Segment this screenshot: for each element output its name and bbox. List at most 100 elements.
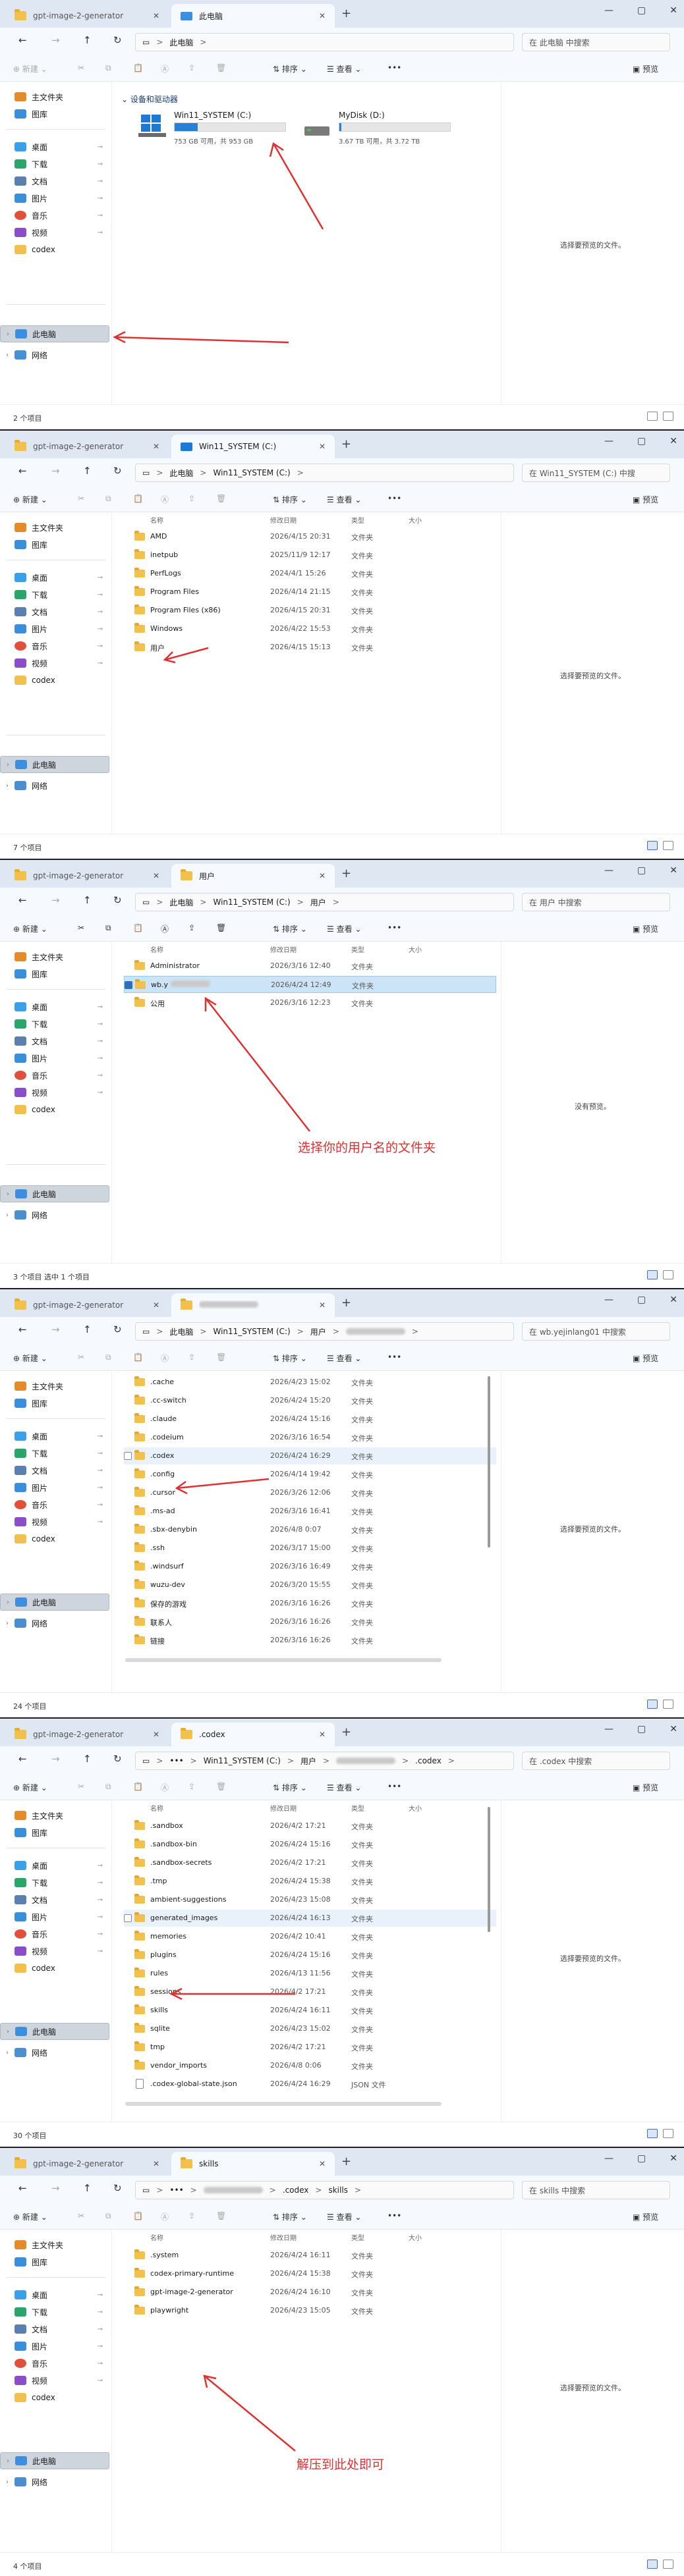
folder-row[interactable]: sessions 2026/4/2 17:21 文件夹 [124, 1983, 496, 2000]
breadcrumb[interactable]: .codex [283, 2186, 309, 2195]
new-button[interactable]: ⊕ 新建 ⌄ [13, 2211, 47, 2222]
sidebar-item-home[interactable]: 主文件夹 [0, 88, 109, 105]
delete-icon[interactable]: 🗑 [216, 494, 226, 503]
new-tab-button[interactable]: + [341, 437, 351, 451]
tab-gpt-image-2-generator[interactable]: gpt-image-2-generator ✕ [5, 2152, 169, 2176]
sidebar-item-documents[interactable]: 文档 ⊸ [0, 2321, 109, 2338]
folder-row[interactable]: .codeium 2026/3/16 16:54 文件夹 [124, 1429, 496, 1446]
folder-row[interactable]: codex-primary-runtime 2026/4/24 15:38 文件夹 [124, 2265, 496, 2282]
breadcrumb[interactable]: .codex [415, 1756, 442, 1765]
close-window-button[interactable]: ✕ [670, 1295, 677, 1305]
folder-row[interactable]: plugins 2026/4/24 15:16 文件夹 [124, 1946, 496, 1964]
sidebar-item-pictures[interactable]: 图片 ⊸ [0, 2338, 109, 2355]
group-header[interactable]: ⌄ 设备和驱动器 [121, 94, 178, 105]
sort-button[interactable]: ⇅ 排序 ⌄ [273, 923, 307, 934]
close-window-button[interactable]: ✕ [670, 436, 677, 446]
breadcrumb[interactable]: 此电脑 [169, 1326, 193, 1337]
breadcrumb[interactable]: skills [328, 2186, 347, 2195]
folder-row[interactable]: .sandbox-bin 2026/4/24 15:16 文件夹 [124, 1836, 496, 1853]
folder-row[interactable]: .windsurf 2026/3/16 16:49 文件夹 [124, 1558, 496, 1575]
share-icon[interactable]: ⇪ [188, 2211, 195, 2220]
tab-active[interactable]: Win11_SYSTEM (C:) ✕ [171, 435, 335, 458]
new-tab-button[interactable]: + [341, 1296, 351, 1310]
sidebar-item-network[interactable]: › 网络 [0, 2473, 109, 2490]
delete-icon[interactable]: 🗑 [216, 1782, 226, 1791]
search-input[interactable]: 在 Win11_SYSTEM (C:) 中搜 [522, 464, 670, 482]
sidebar-item-gallery[interactable]: 图库 [0, 2253, 109, 2270]
sidebar-item-documents[interactable]: 文档 ⊸ [0, 1891, 109, 1908]
delete-icon[interactable]: 🗑 [216, 1353, 226, 1362]
sidebar-item-codex[interactable]: codex [0, 2389, 109, 2406]
up-button[interactable]: ↑ [83, 34, 92, 46]
close-icon[interactable]: ✕ [319, 1730, 326, 1739]
folder-row[interactable]: 公用 2026/3/16 12:23 文件夹 [124, 994, 496, 1011]
more-button[interactable]: ••• [387, 63, 401, 72]
close-icon[interactable]: ✕ [153, 442, 159, 451]
maximize-button[interactable]: ▢ [637, 1724, 646, 1734]
folder-row[interactable]: .claude 2026/4/24 15:16 文件夹 [124, 1410, 496, 1428]
paste-icon[interactable]: 📋 [133, 63, 143, 72]
up-button[interactable]: ↑ [83, 1753, 92, 1765]
sidebar-item-gallery[interactable]: 图库 [0, 536, 109, 553]
view-button[interactable]: ☰ 查看 ⌄ [327, 923, 361, 934]
horizontal-scrollbar[interactable] [125, 2102, 442, 2106]
sidebar-item-documents[interactable]: 文档 ⊸ [0, 1462, 109, 1479]
address-bar[interactable]: ▭ > ••• > > .codex > skills > [135, 2181, 514, 2199]
new-button[interactable]: ⊕ 新建 ⌄ [13, 494, 47, 505]
breadcrumb[interactable]: 此电脑 [169, 37, 193, 48]
sidebar-item-home[interactable]: 主文件夹 [0, 1378, 109, 1395]
folder-row[interactable]: playwright 2026/4/23 15:05 文件夹 [124, 2302, 496, 2319]
folder-row[interactable]: .cursor 2026/3/26 12:06 文件夹 [124, 1484, 496, 1501]
sidebar-item-pictures[interactable]: 图片 ⊸ [0, 620, 109, 637]
breadcrumb[interactable]: 此电脑 [169, 468, 193, 479]
tiles-view-icon[interactable] [663, 2129, 673, 2138]
sidebar-item-network[interactable]: › 网络 [0, 777, 109, 794]
forward-button[interactable]: → [51, 1753, 60, 1765]
row-checkbox[interactable] [124, 1452, 132, 1460]
sort-button[interactable]: ⇅ 排序 ⌄ [273, 1782, 307, 1793]
folder-row[interactable]: .config 2026/4/14 19:42 文件夹 [124, 1466, 496, 1483]
sidebar-item-gallery[interactable]: 图库 [0, 1395, 109, 1412]
sidebar-item-this-pc[interactable]: › 此电脑 [0, 756, 109, 773]
forward-button[interactable]: → [51, 34, 60, 46]
forward-button[interactable]: → [51, 2182, 60, 2194]
sidebar-item-network[interactable]: › 网络 [0, 346, 109, 363]
folder-row[interactable]: .tmp 2026/4/24 15:38 文件夹 [124, 1873, 496, 1890]
folder-row[interactable]: sqlite 2026/4/23 15:02 文件夹 [124, 2020, 496, 2037]
sidebar-item-codex[interactable]: codex [0, 1960, 109, 1977]
refresh-button[interactable]: ↻ [113, 34, 122, 46]
cut-icon[interactable]: ✂ [78, 1353, 84, 1362]
close-icon[interactable]: ✕ [319, 1301, 326, 1310]
copy-icon[interactable]: ⧉ [105, 1353, 111, 1362]
minimize-button[interactable]: — [604, 865, 613, 876]
sidebar-item-desktop[interactable]: 桌面 ⊸ [0, 138, 109, 155]
folder-row[interactable]: memories 2026/4/2 10:41 文件夹 [124, 1928, 496, 1945]
breadcrumb[interactable]: 用户 [300, 1756, 316, 1767]
minimize-button[interactable]: — [604, 5, 613, 16]
folder-row[interactable]: inetpub 2025/11/9 12:17 文件夹 [124, 547, 496, 564]
sidebar-item-this-pc[interactable]: › 此电脑 [0, 2452, 109, 2469]
maximize-button[interactable]: ▢ [637, 1295, 646, 1305]
sidebar-item-music[interactable]: 音乐 ⊸ [0, 1496, 109, 1513]
more-button[interactable]: ••• [387, 2211, 401, 2220]
sidebar-item-this-pc[interactable]: › 此电脑 [0, 1185, 109, 1202]
sidebar-item-desktop[interactable]: 桌面 ⊸ [0, 569, 109, 586]
folder-row[interactable]: .sandbox 2026/4/2 17:21 文件夹 [124, 1817, 496, 1835]
sidebar-item-this-pc[interactable]: › 此电脑 [0, 325, 109, 342]
address-bar[interactable]: ▭ > 此电脑 > Win11_SYSTEM (C:) > 用户 > [135, 893, 514, 911]
back-button[interactable]: ← [18, 1753, 27, 1765]
details-pane-button[interactable]: ▣ 预览 [633, 1782, 658, 1793]
folder-row[interactable]: AMD 2026/4/15 20:31 文件夹 [124, 528, 496, 545]
breadcrumb[interactable]: 此电脑 [169, 897, 193, 908]
new-tab-button[interactable]: + [341, 867, 351, 880]
horizontal-scrollbar[interactable] [125, 1658, 442, 1662]
rename-icon[interactable]: Ⓐ [161, 2211, 169, 2222]
sidebar-item-codex[interactable]: codex [0, 672, 109, 689]
address-bar[interactable]: ▭ > ••• > Win11_SYSTEM (C:) > 用户 > > .codex > [135, 1752, 514, 1770]
tab-gpt-image-2-generator[interactable]: gpt-image-2-generator ✕ [5, 435, 169, 458]
share-icon[interactable]: ⇪ [188, 923, 195, 932]
tab-gpt-image-2-generator[interactable]: gpt-image-2-generator ✕ [5, 1723, 169, 1746]
maximize-button[interactable]: ▢ [637, 436, 646, 446]
rename-icon[interactable]: Ⓐ [161, 923, 169, 934]
search-input[interactable]: 在 wb.yejinlang01 中搜索 [522, 1322, 670, 1341]
